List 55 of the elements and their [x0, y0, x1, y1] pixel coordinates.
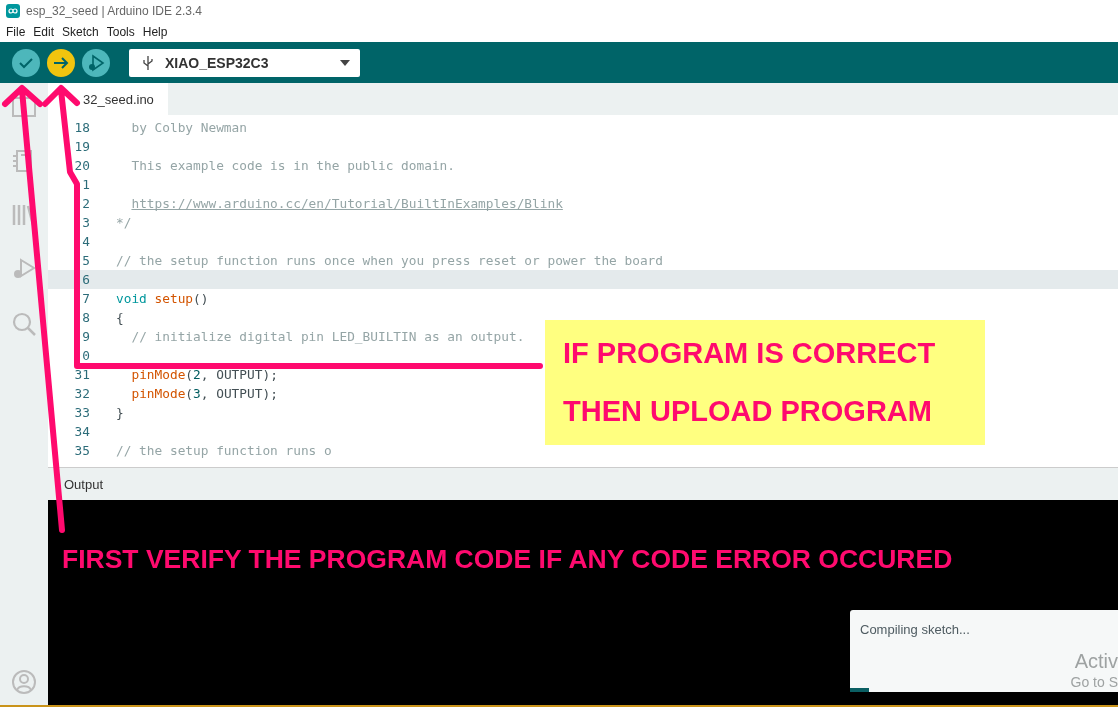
debug-button[interactable]: [82, 48, 110, 77]
code-line: {: [116, 310, 124, 325]
annotation-text: FIRST VERIFY THE PROGRAM CODE IF ANY CODE ERROR OCCURED: [62, 544, 953, 575]
code-line: by Colby Newman: [130, 120, 247, 135]
window-title: esp_32_seed | Arduino IDE 2.3.4: [26, 4, 202, 18]
line-number: 4: [81, 234, 90, 249]
line-number: 8: [81, 310, 90, 325]
notification-message: Compiling sketch...: [860, 622, 970, 637]
menu-item[interactable]: Help: [138, 25, 172, 39]
activation-watermark: Go to S: [1070, 674, 1118, 690]
code-line: This example code is in the public domain.: [130, 158, 455, 173]
line-number: 1: [81, 177, 90, 192]
code-line: void setup(): [116, 291, 209, 306]
menu-item[interactable]: Edit: [29, 25, 59, 39]
verify-button[interactable]: [12, 48, 40, 77]
code-line: // the setup function runs once when you press reset or power the board: [116, 253, 663, 268]
line-number: 32: [73, 386, 90, 401]
code-line: pinMode(2, OUTPUT);: [130, 367, 278, 382]
callout-text: THEN UPLOAD PROGRAM: [563, 395, 933, 429]
line-number: 20: [73, 158, 90, 173]
arrow-right-icon: [53, 54, 69, 71]
line-number: 3: [81, 215, 90, 230]
line-number: 35: [73, 443, 90, 458]
code-line: // the setup function runs o: [116, 443, 332, 458]
line-number: 33: [73, 405, 90, 420]
code-line: */: [116, 215, 132, 230]
app-icon: [6, 4, 20, 18]
line-number: 5: [81, 253, 90, 268]
line-number: 2: [81, 196, 90, 211]
upload-button[interactable]: [47, 48, 75, 77]
debug-icon: [87, 53, 105, 72]
line-number: 0: [81, 348, 90, 363]
line-number: 31: [73, 367, 90, 382]
line-number: 9: [81, 329, 90, 344]
menu-item[interactable]: File: [2, 25, 30, 39]
board-selector[interactable]: XIAO_ESP32C3: [129, 48, 360, 77]
code-line: }: [116, 405, 124, 420]
line-number: 7: [81, 291, 90, 306]
menu-item[interactable]: Tools: [102, 25, 139, 39]
line-number: 18: [73, 120, 90, 135]
line-number: 34: [73, 424, 90, 439]
debug-icon[interactable]: [11, 257, 37, 281]
callout-text: IF PROGRAM IS CORRECT: [563, 336, 937, 370]
activation-watermark: Activ: [1074, 650, 1118, 673]
line-number: 19: [73, 139, 90, 154]
folder-icon[interactable]: [11, 95, 37, 119]
code-line: pinMode(3, OUTPUT);: [130, 386, 278, 401]
file-tab[interactable]: 32_seed.ino: [48, 83, 168, 115]
usb-icon: [143, 54, 153, 71]
code-line: https://www.arduino.cc/en/Tutorial/BuiltInExamples/Blink: [130, 196, 563, 211]
panel-title: Output: [63, 476, 104, 492]
caret-icon: [340, 59, 350, 66]
menu-item[interactable]: Sketch: [58, 25, 103, 39]
code-line: // initialize digital pin LED_BUILTIN as an output.: [130, 329, 525, 344]
line-number: 6: [81, 272, 90, 287]
